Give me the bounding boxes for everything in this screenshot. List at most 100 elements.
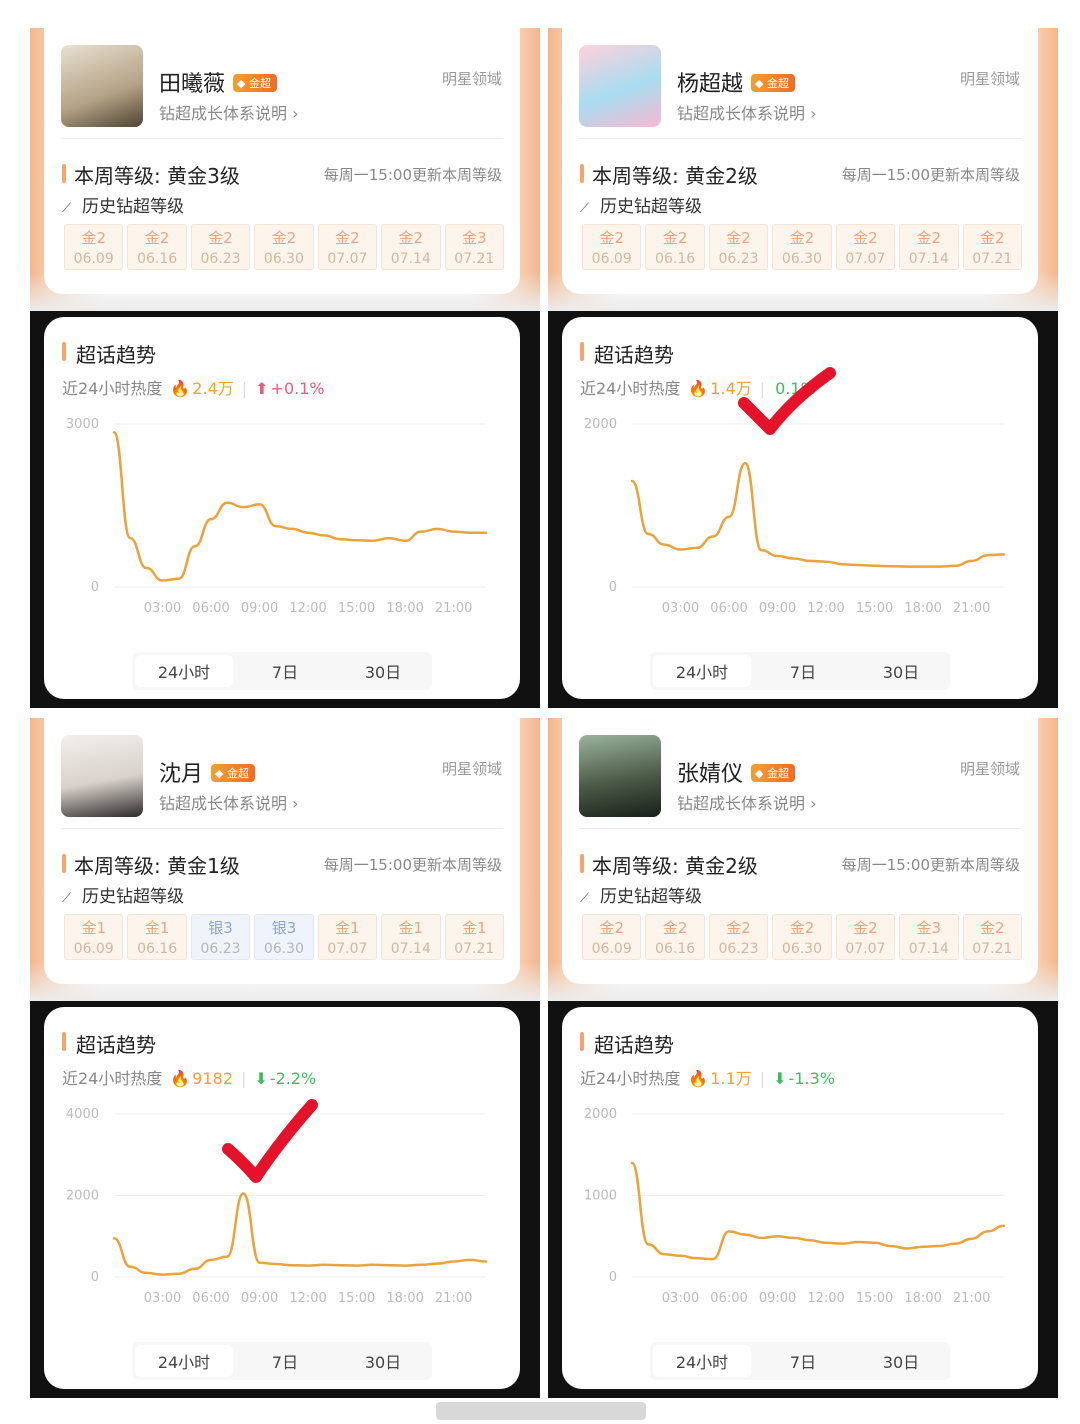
trend-card: 超话趋势 近24小时热度 🔥 9182 | ⬇ -2.2% 4000 2000 0 03:00 0…	[44, 1007, 520, 1389]
avatar[interactable]	[61, 45, 143, 127]
tab-30d[interactable]: 30日	[852, 1342, 950, 1380]
history-label[interactable]: ⟋ 历史钻超等级	[580, 192, 702, 217]
star-domain-link[interactable]: 明星领域	[442, 68, 502, 89]
history-chip: 金2 06.23	[708, 224, 769, 270]
accent-bar	[62, 164, 66, 183]
tab-24h[interactable]: 24小时	[135, 1345, 233, 1377]
y-tick-label: 4000	[66, 1107, 99, 1122]
y-tick-label: 0	[91, 580, 99, 595]
heat-line-chart: 2000 1000 0 03:00 06:00 09:00 12:00 15:00 18:00 2…	[584, 1107, 1006, 1306]
range-tabs: 24小时 7日 30日	[650, 652, 950, 690]
x-tick-label: 18:00	[386, 601, 423, 616]
update-note: 每周一15:00更新本周等级	[323, 166, 502, 184]
history-chip: 金2 06.09	[582, 914, 642, 960]
avatar[interactable]	[579, 735, 661, 817]
history-chips: 金2 06.09 金2 06.16 金2 06.23 金2 06.30 金2 07.07 …	[582, 224, 1022, 270]
history-chip: 金2 06.16	[645, 224, 705, 270]
gold-super-badge: ◆ 金超	[211, 764, 255, 782]
tab-30d[interactable]: 30日	[334, 1342, 432, 1380]
heat-line-chart: 2000 0 03:00 06:00 09:00 12:00 15:00 18:00 21:00	[584, 417, 1006, 616]
avatar[interactable]	[579, 45, 661, 127]
history-chip: 金1 07.14	[381, 914, 441, 960]
heat-value: 2.4万	[192, 379, 234, 398]
avatar[interactable]	[61, 735, 143, 817]
x-tick-label: 15:00	[338, 1291, 375, 1306]
checkmark-icon	[738, 367, 836, 435]
history-label[interactable]: ⟋ 历史钻超等级	[580, 882, 702, 907]
x-tick-label: 21:00	[435, 1291, 472, 1306]
y-tick-label: 2000	[584, 1107, 617, 1122]
trend-icon: ⟋	[580, 891, 590, 906]
trend-title: 超话趋势	[594, 1033, 674, 1057]
history-label[interactable]: ⟋ 历史钻超等级	[62, 882, 184, 907]
x-tick-label: 03:00	[144, 1291, 181, 1306]
update-note: 每周一15:00更新本周等级	[841, 856, 1020, 874]
history-chip: 金2 07.07	[835, 224, 896, 270]
y-tick-label: 0	[609, 1270, 617, 1285]
star-name[interactable]: 沈月 ◆ 金超	[159, 756, 255, 788]
star-domain-link[interactable]: 明星领域	[960, 68, 1020, 89]
history-label[interactable]: ⟋ 历史钻超等级	[62, 192, 184, 217]
screenshot-collage: 田曦薇 ◆ 金超 钻超成长体系说明 › 明星领域 本周等级: 黄金3级 每周一15…	[0, 0, 1080, 1424]
heat-change: -1.3%	[788, 1069, 835, 1088]
trend-title: 超话趋势	[594, 343, 674, 367]
y-tick-label: 3000	[66, 417, 99, 432]
x-tick-label: 12:00	[289, 601, 326, 616]
tab-7d[interactable]: 7日	[754, 1342, 852, 1380]
star-name[interactable]: 杨超越 ◆ 金超	[677, 66, 795, 98]
tab-24h[interactable]: 24小时	[135, 655, 233, 687]
tab-7d[interactable]: 7日	[754, 652, 852, 690]
history-chip: 金2 06.30	[772, 224, 832, 270]
y-tick-label: 0	[609, 580, 617, 595]
series-line	[630, 461, 1006, 568]
growth-system-link[interactable]: 钻超成长体系说明 ›	[159, 100, 299, 124]
tab-7d[interactable]: 7日	[236, 1342, 334, 1380]
arrow-up-icon: ⬆	[255, 379, 269, 398]
x-tick-label: 06:00	[192, 1291, 229, 1306]
tab-30d[interactable]: 30日	[852, 652, 950, 690]
history-chip: 金1 06.16	[127, 914, 187, 960]
level-card: 沈月 ◆ 金超 钻超成长体系说明 › 明星领域 本周等级: 黄金1级 每周一15:…	[44, 718, 520, 984]
history-chips: 金2 06.09 金2 06.16 金2 06.23 金2 06.30 金2 07.07 …	[64, 224, 504, 270]
trend-card: 超话趋势 近24小时热度 🔥 1.1万 | ⬇ -1.3% 2000 1000 0 03:00 0…	[562, 1007, 1038, 1389]
y-tick-label: 0	[91, 1270, 99, 1285]
x-tick-label: 09:00	[241, 1291, 278, 1306]
x-tick-label: 12:00	[289, 1291, 326, 1306]
growth-system-link[interactable]: 钻超成长体系说明 ›	[677, 790, 817, 814]
star-card-4: 张婧仪 ◆ 金超 钻超成长体系说明 › 明星领域 本周等级: 黄金2级 每周一15…	[548, 718, 1058, 1398]
gold-super-badge: ◆ 金超	[751, 764, 795, 782]
trend-card: 超话趋势 近24小时热度 🔥 2.4万 | ⬆ +0.1% 3000 0 03:00 06:00…	[44, 317, 520, 699]
star-name[interactable]: 田曦薇 ◆ 金超	[159, 66, 277, 98]
flame-icon: 🔥	[170, 1069, 191, 1088]
x-tick-label: 03:00	[662, 1291, 699, 1306]
x-tick-label: 18:00	[904, 601, 941, 616]
weekly-level: 本周等级: 黄金1级	[74, 854, 240, 878]
x-tick-label: 15:00	[856, 1291, 893, 1306]
arrow-down-icon: ⬇	[254, 1069, 268, 1088]
history-chip: 金3 07.14	[899, 914, 959, 960]
history-chip: 金2 07.07	[317, 224, 378, 270]
flame-icon: 🔥	[688, 1069, 709, 1088]
x-tick-label: 15:00	[338, 601, 375, 616]
growth-system-link[interactable]: 钻超成长体系说明 ›	[677, 100, 817, 124]
trend-icon: ⟋	[580, 201, 590, 216]
tab-30d[interactable]: 30日	[334, 652, 432, 690]
history-chip: 金2 06.30	[772, 914, 832, 960]
tab-7d[interactable]: 7日	[236, 652, 334, 690]
x-tick-label: 18:00	[904, 1291, 941, 1306]
gold-super-badge: ◆ 金超	[233, 74, 277, 92]
flame-icon: 🔥	[170, 379, 191, 398]
tab-24h[interactable]: 24小时	[653, 655, 751, 687]
level-card: 张婧仪 ◆ 金超 钻超成长体系说明 › 明星领域 本周等级: 黄金2级 每周一15…	[562, 718, 1038, 984]
star-domain-link[interactable]: 明星领域	[960, 758, 1020, 779]
x-tick-label: 03:00	[144, 601, 181, 616]
weekly-level: 本周等级: 黄金3级	[74, 164, 240, 188]
growth-system-link[interactable]: 钻超成长体系说明 ›	[159, 790, 299, 814]
tab-24h[interactable]: 24小时	[653, 1345, 751, 1377]
star-domain-link[interactable]: 明星领域	[442, 758, 502, 779]
watermark	[436, 1402, 646, 1420]
series-line	[112, 430, 488, 582]
star-name[interactable]: 张婧仪 ◆ 金超	[677, 756, 795, 788]
heat-change: -2.2%	[269, 1069, 317, 1088]
history-chip: 金3 07.21	[444, 224, 504, 270]
